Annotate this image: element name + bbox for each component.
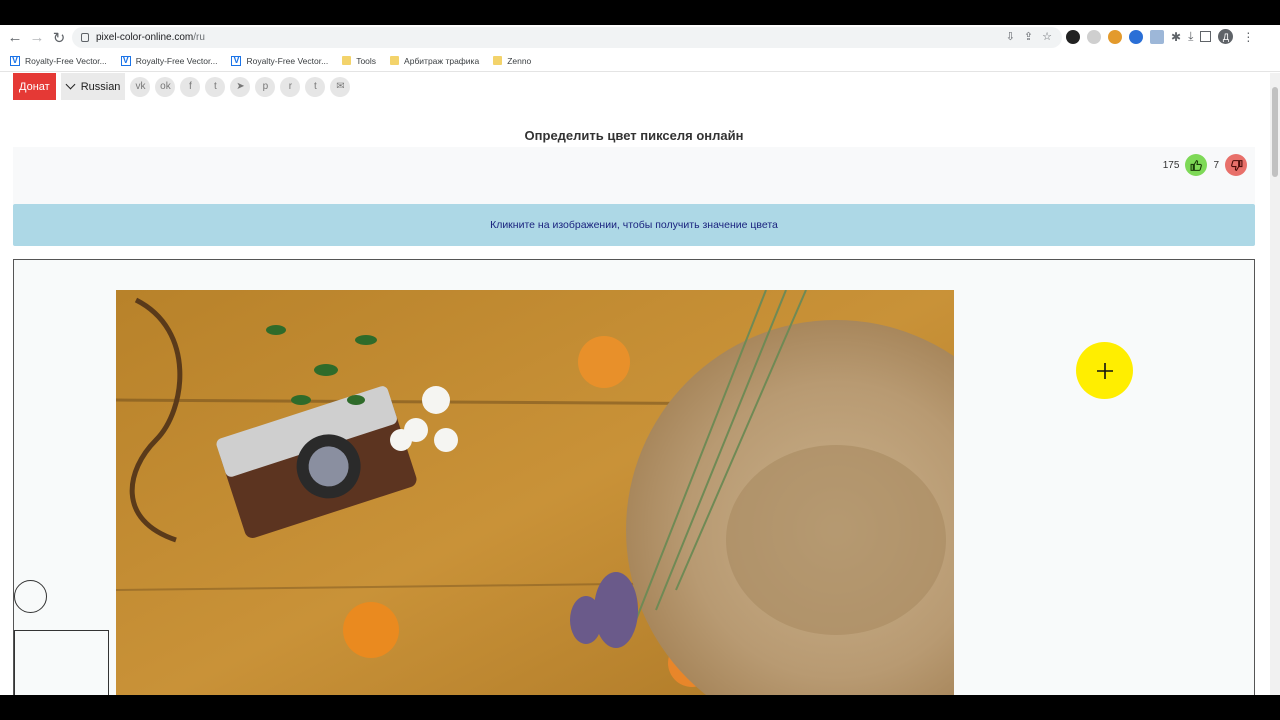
chevron-down-icon <box>65 79 76 90</box>
facebook-icon[interactable]: f <box>180 76 201 97</box>
donate-button[interactable]: Донат <box>13 73 56 100</box>
back-button[interactable]: ← <box>4 27 26 49</box>
image-canvas-frame <box>13 259 1255 695</box>
ok-icon[interactable]: ok <box>155 76 176 97</box>
dislike-count: 7 <box>1213 159 1219 171</box>
bookmark-item[interactable]: Royalty-Free Vector... <box>10 55 107 66</box>
bookmark-item[interactable]: Royalty-Free Vector... <box>231 55 328 66</box>
extension-icon[interactable] <box>1129 29 1143 44</box>
email-icon[interactable]: ✉ <box>330 76 351 97</box>
extension-icon[interactable] <box>1087 29 1101 44</box>
address-bar[interactable]: pixel-color-online.com/ru ⇩ ⇪ ☆ <box>72 27 1062 48</box>
hint-text: Кликните на изображении, чтобы получить … <box>490 219 778 231</box>
scrollbar[interactable] <box>1270 73 1280 695</box>
browser-window: ← → ↻ pixel-color-online.com/ru ⇩ ⇪ ☆ ✱ … <box>0 25 1280 695</box>
menu-icon[interactable]: ⋮ <box>1242 30 1254 44</box>
profile-avatar[interactable]: Д <box>1218 29 1234 44</box>
folder-icon <box>342 56 352 65</box>
bookmark-folder[interactable]: Zenno <box>493 56 531 66</box>
thumbs-up-icon <box>1190 159 1202 171</box>
color-preview-box <box>14 630 109 695</box>
twitter-icon[interactable]: t <box>205 76 226 97</box>
bookmark-item[interactable]: Royalty-Free Vector... <box>120 55 217 66</box>
sample-photo[interactable] <box>116 290 954 695</box>
forward-button[interactable]: → <box>26 27 48 49</box>
rating-area: 175 7 <box>13 147 1255 204</box>
extension-icon[interactable] <box>1150 29 1164 44</box>
share-page-icon[interactable]: ⇪ <box>1024 30 1033 43</box>
folder-icon <box>390 56 400 65</box>
puzzle-icon[interactable]: ✱ <box>1171 30 1181 44</box>
url-text: pixel-color-online.com/ru <box>96 32 205 43</box>
like-count: 175 <box>1162 159 1180 171</box>
vk-icon[interactable]: vk <box>130 76 151 97</box>
install-app-icon[interactable]: ⇩ <box>1006 30 1015 43</box>
download-icon[interactable]: ⤓ <box>1188 29 1193 44</box>
folder-icon <box>493 56 503 65</box>
like-button[interactable] <box>1185 154 1208 176</box>
language-label: Russian <box>80 80 121 93</box>
vectorstock-icon <box>10 55 20 66</box>
reddit-icon[interactable]: r <box>280 76 301 97</box>
reload-button[interactable]: ↻ <box>48 27 70 49</box>
vectorstock-icon <box>120 55 131 66</box>
page-content: Донат Russian vk ok f t ➤ p r t ✉ Опреде… <box>0 73 1270 695</box>
bookmark-folder[interactable]: Арбитраж трафика <box>390 56 479 66</box>
page-topbar: Донат Russian vk ok f t ➤ p r t ✉ <box>13 73 351 100</box>
side-panel-icon[interactable] <box>1200 31 1212 42</box>
lock-icon <box>81 33 89 42</box>
extensions-bar: ✱ ⤓ Д ⋮ <box>1066 29 1254 44</box>
tumblr-icon[interactable]: t <box>305 76 326 97</box>
photo-image <box>116 290 954 695</box>
hint-banner: Кликните на изображении, чтобы получить … <box>13 204 1255 246</box>
loupe-circle <box>14 580 47 613</box>
language-select[interactable]: Russian <box>60 73 126 100</box>
screen: ← → ↻ pixel-color-online.com/ru ⇩ ⇪ ☆ ✱ … <box>0 0 1280 720</box>
bookmark-folder[interactable]: Tools <box>342 56 376 66</box>
browser-toolbar: ← → ↻ pixel-color-online.com/ru ⇩ ⇪ ☆ ✱ … <box>0 25 1280 50</box>
bookmarks-bar: Royalty-Free Vector... Royalty-Free Vect… <box>0 50 1280 72</box>
thumbs-down-icon <box>1230 159 1242 171</box>
color-picker-cursor <box>1076 342 1133 399</box>
dislike-button[interactable] <box>1225 154 1247 176</box>
vectorstock-icon <box>231 55 242 66</box>
bookmark-star-icon[interactable]: ☆ <box>1042 30 1052 43</box>
telegram-icon[interactable]: ➤ <box>230 76 251 97</box>
extension-icon[interactable] <box>1066 29 1080 44</box>
extension-icon[interactable] <box>1108 29 1122 44</box>
scrollbar-thumb[interactable] <box>1272 87 1278 177</box>
page-title: Определить цвет пикселя онлайн <box>524 128 744 143</box>
plus-icon <box>1096 362 1113 379</box>
pinterest-icon[interactable]: p <box>255 76 276 97</box>
